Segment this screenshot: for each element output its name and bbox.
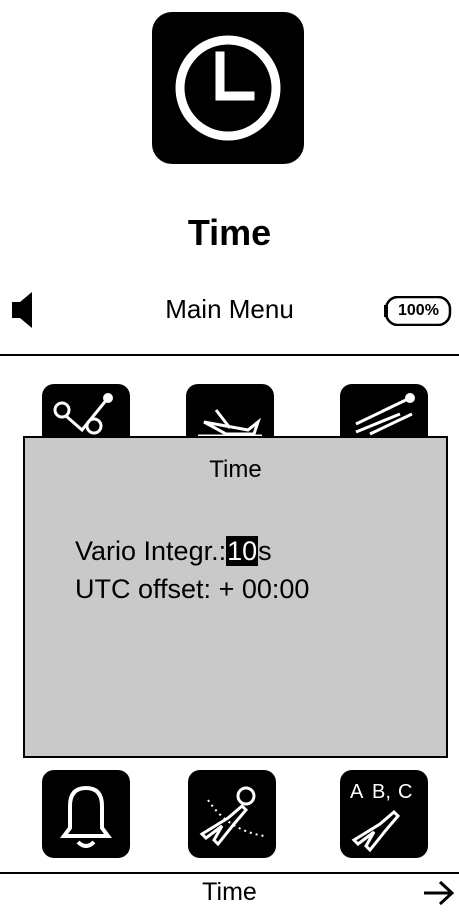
bell-icon[interactable]	[42, 770, 130, 858]
time-dialog: Time Vario Integr.:10s UTC offset: + 00:…	[23, 436, 448, 758]
header-divider	[0, 354, 459, 356]
page-title: Time	[187, 212, 272, 253]
arrow-right-icon[interactable]	[422, 878, 456, 913]
footer-title: Time	[202, 878, 257, 906]
utc-offset-label: UTC offset:	[75, 574, 212, 604]
vario-integr-unit: s	[258, 536, 272, 566]
airplane-abc-icon[interactable]: A B, C	[340, 770, 428, 858]
vario-integr-row[interactable]: Vario Integr.:10s	[75, 536, 272, 567]
utc-offset-sign[interactable]: +	[219, 574, 235, 604]
airplane-settings-icon[interactable]	[188, 770, 276, 858]
svg-text:A: A	[350, 781, 364, 803]
utc-offset-value[interactable]: 00:00	[242, 574, 310, 604]
svg-text:C: C	[398, 781, 412, 803]
vario-integr-label: Vario Integr.:	[75, 536, 227, 566]
clock-icon	[152, 12, 304, 164]
footer-divider	[0, 872, 459, 874]
dialog-title: Time	[209, 456, 262, 483]
utc-offset-row[interactable]: UTC offset: + 00:00	[75, 574, 309, 605]
svg-text:B,: B,	[372, 781, 391, 803]
battery-level: 100%	[398, 302, 439, 319]
vario-integr-value[interactable]: 10	[226, 536, 259, 566]
